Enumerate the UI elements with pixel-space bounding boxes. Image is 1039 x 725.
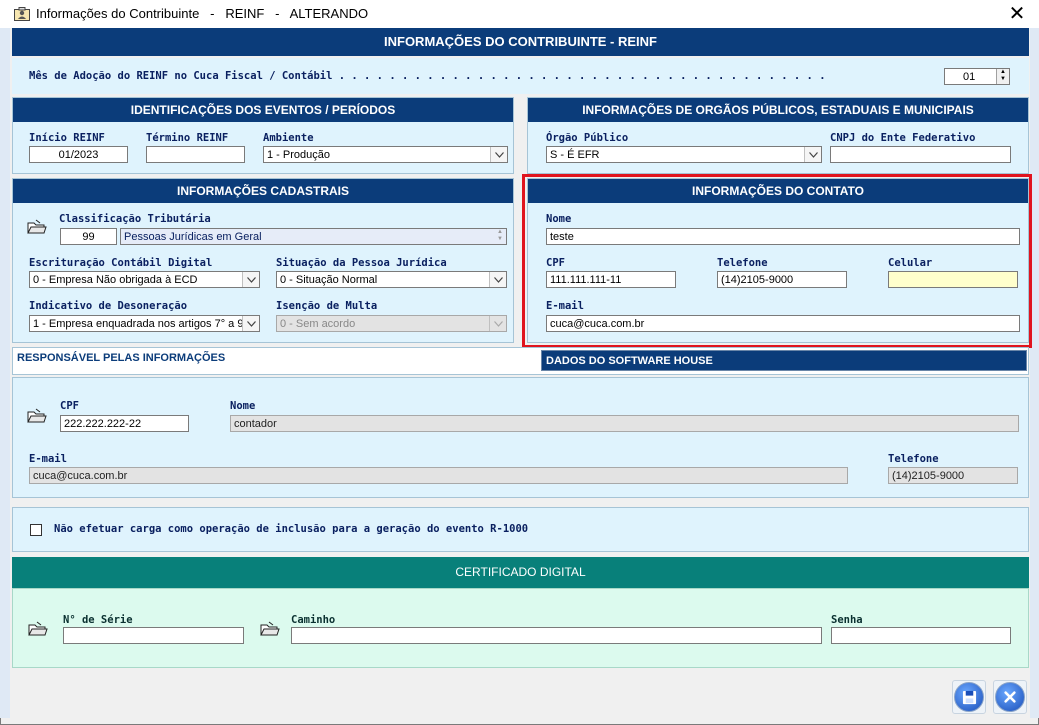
isencao-select: 0 - Sem acordo xyxy=(276,315,507,332)
adocao-month-value: 01 xyxy=(963,71,976,83)
responsavel-cpf-label: CPF xyxy=(60,400,79,412)
adocao-label: Mês de Adoção do REINF no Cuca Fiscal / … xyxy=(29,70,826,82)
title-bar: Informações do Contribuinte - REINF - AL… xyxy=(0,0,1039,28)
folder-open-icon[interactable] xyxy=(27,219,47,235)
carga-panel: Não efetuar carga como operação de inclu… xyxy=(12,507,1029,552)
chevron-down-icon xyxy=(489,316,506,331)
senha-input[interactable] xyxy=(831,627,1011,644)
floppy-disk-icon xyxy=(954,682,984,712)
classificacao-label: Classificação Tributária xyxy=(59,213,211,225)
caminho-input[interactable] xyxy=(291,627,822,644)
identificacoes-title: IDENTIFICAÇÕES DOS EVENTOS / PERÍODOS xyxy=(13,98,513,122)
classificacao-code-input[interactable]: 99 xyxy=(60,228,117,245)
isencao-value: 0 - Sem acordo xyxy=(280,318,356,330)
classificacao-desc-field: Pessoas Jurídicas em Geral ▲ ▼ xyxy=(120,228,507,245)
responsavel-cpf-input[interactable]: 222.222.222-22 xyxy=(60,415,189,432)
spinner-arrows-icon[interactable]: ▲ ▼ xyxy=(996,69,1009,84)
responsavel-telefone-field: (14)2105-9000 xyxy=(888,467,1018,484)
responsavel-nome-field: contador xyxy=(230,415,1019,432)
responsavel-email-label: E-mail xyxy=(29,453,67,465)
senha-label: Senha xyxy=(831,614,863,626)
ambiente-value: 1 - Produção xyxy=(267,149,330,161)
window-close-button[interactable]: ✕ xyxy=(1004,2,1030,24)
cadastrais-panel: INFORMAÇÕES CADASTRAIS Classificação Tri… xyxy=(12,178,514,343)
orgaos-panel: INFORMAÇÕES DE ORGÃOS PÚBLICOS, ESTADUAI… xyxy=(527,97,1029,174)
chevron-down-icon[interactable] xyxy=(490,147,507,162)
ambiente-label: Ambiente xyxy=(263,132,314,144)
chevron-down-icon[interactable] xyxy=(489,272,506,287)
tabs-bar: RESPONSÁVEL PELAS INFORMAÇÕES DADOS DO S… xyxy=(12,347,1029,375)
scroll-arrows-icon: ▲ ▼ xyxy=(494,229,506,244)
background-left-strip xyxy=(0,28,10,718)
close-x-icon xyxy=(995,682,1025,712)
adocao-month-spinner[interactable]: 01 ▲ ▼ xyxy=(944,68,1010,85)
exit-button[interactable] xyxy=(993,680,1027,714)
chevron-down-icon[interactable] xyxy=(242,272,259,287)
carga-checkbox[interactable] xyxy=(30,524,42,536)
folder-open-icon[interactable] xyxy=(260,621,280,637)
tab-responsavel[interactable]: RESPONSÁVEL PELAS INFORMAÇÕES xyxy=(17,352,225,364)
responsavel-email-field: cuca@cuca.com.br xyxy=(29,467,848,484)
serie-label: N° de Série xyxy=(63,614,133,626)
chevron-down-icon[interactable] xyxy=(242,316,259,331)
desoneracao-select[interactable]: 1 - Empresa enquadrada nos artigos 7° a … xyxy=(29,315,260,332)
inicio-input[interactable]: 01/2023 xyxy=(29,146,128,163)
termino-input[interactable] xyxy=(146,146,245,163)
situacao-value: 0 - Situação Normal xyxy=(280,274,378,286)
termino-label: Término REINF xyxy=(146,132,229,144)
escrituracao-label: Escrituração Contábil Digital xyxy=(29,257,213,269)
orgao-label: Órgão Público xyxy=(546,132,629,144)
chevron-down-icon[interactable] xyxy=(804,147,821,162)
tab-software-house[interactable]: DADOS DO SOFTWARE HOUSE xyxy=(541,350,1027,371)
orgao-select[interactable]: S - É EFR xyxy=(546,146,822,163)
ambiente-select[interactable]: 1 - Produção xyxy=(263,146,508,163)
classificacao-desc: Pessoas Jurídicas em Geral xyxy=(124,231,262,243)
certificado-panel: N° de Série Caminho Senha xyxy=(12,588,1029,668)
adocao-row: Mês de Adoção do REINF no Cuca Fiscal / … xyxy=(12,58,1029,94)
escrituracao-select[interactable]: 0 - Empresa Não obrigada à ECD xyxy=(29,271,260,288)
desoneracao-value: 1 - Empresa enquadrada nos artigos 7° a … xyxy=(33,318,248,330)
user-card-icon xyxy=(14,7,30,21)
situacao-label: Situação da Pessoa Jurídica xyxy=(276,257,447,269)
folder-open-icon[interactable] xyxy=(28,621,48,637)
save-button[interactable] xyxy=(952,680,986,714)
responsavel-telefone-label: Telefone xyxy=(888,453,939,465)
cnpj-label: CNPJ do Ente Federativo xyxy=(830,132,976,144)
isencao-label: Isenção de Multa xyxy=(276,300,378,312)
certificado-title: CERTIFICADO DIGITAL xyxy=(12,557,1029,588)
window-title: Informações do Contribuinte - REINF - AL… xyxy=(36,6,369,21)
serie-input[interactable] xyxy=(63,627,244,644)
cnpj-input[interactable] xyxy=(830,146,1011,163)
orgaos-title: INFORMAÇÕES DE ORGÃOS PÚBLICOS, ESTADUAI… xyxy=(528,98,1028,122)
identificacoes-panel: IDENTIFICAÇÕES DOS EVENTOS / PERÍODOS In… xyxy=(12,97,514,174)
responsavel-panel: CPF 222.222.222-22 Nome contador E-mail … xyxy=(12,377,1029,498)
carga-label: Não efetuar carga como operação de inclu… xyxy=(54,523,529,535)
folder-open-icon[interactable] xyxy=(27,408,47,424)
page-title: INFORMAÇÕES DO CONTRIBUINTE - REINF xyxy=(12,28,1029,56)
situacao-select[interactable]: 0 - Situação Normal xyxy=(276,271,507,288)
inicio-label: Início REINF xyxy=(29,132,105,144)
caminho-label: Caminho xyxy=(291,614,336,626)
background-right-strip xyxy=(1030,28,1039,718)
escrituracao-value: 0 - Empresa Não obrigada à ECD xyxy=(33,274,198,286)
cadastrais-title: INFORMAÇÕES CADASTRAIS xyxy=(13,179,513,203)
responsavel-nome-label: Nome xyxy=(230,400,256,412)
desoneracao-label: Indicativo de Desoneração xyxy=(29,300,188,312)
highlight-frame xyxy=(522,174,1032,348)
orgao-value: S - É EFR xyxy=(550,149,600,161)
